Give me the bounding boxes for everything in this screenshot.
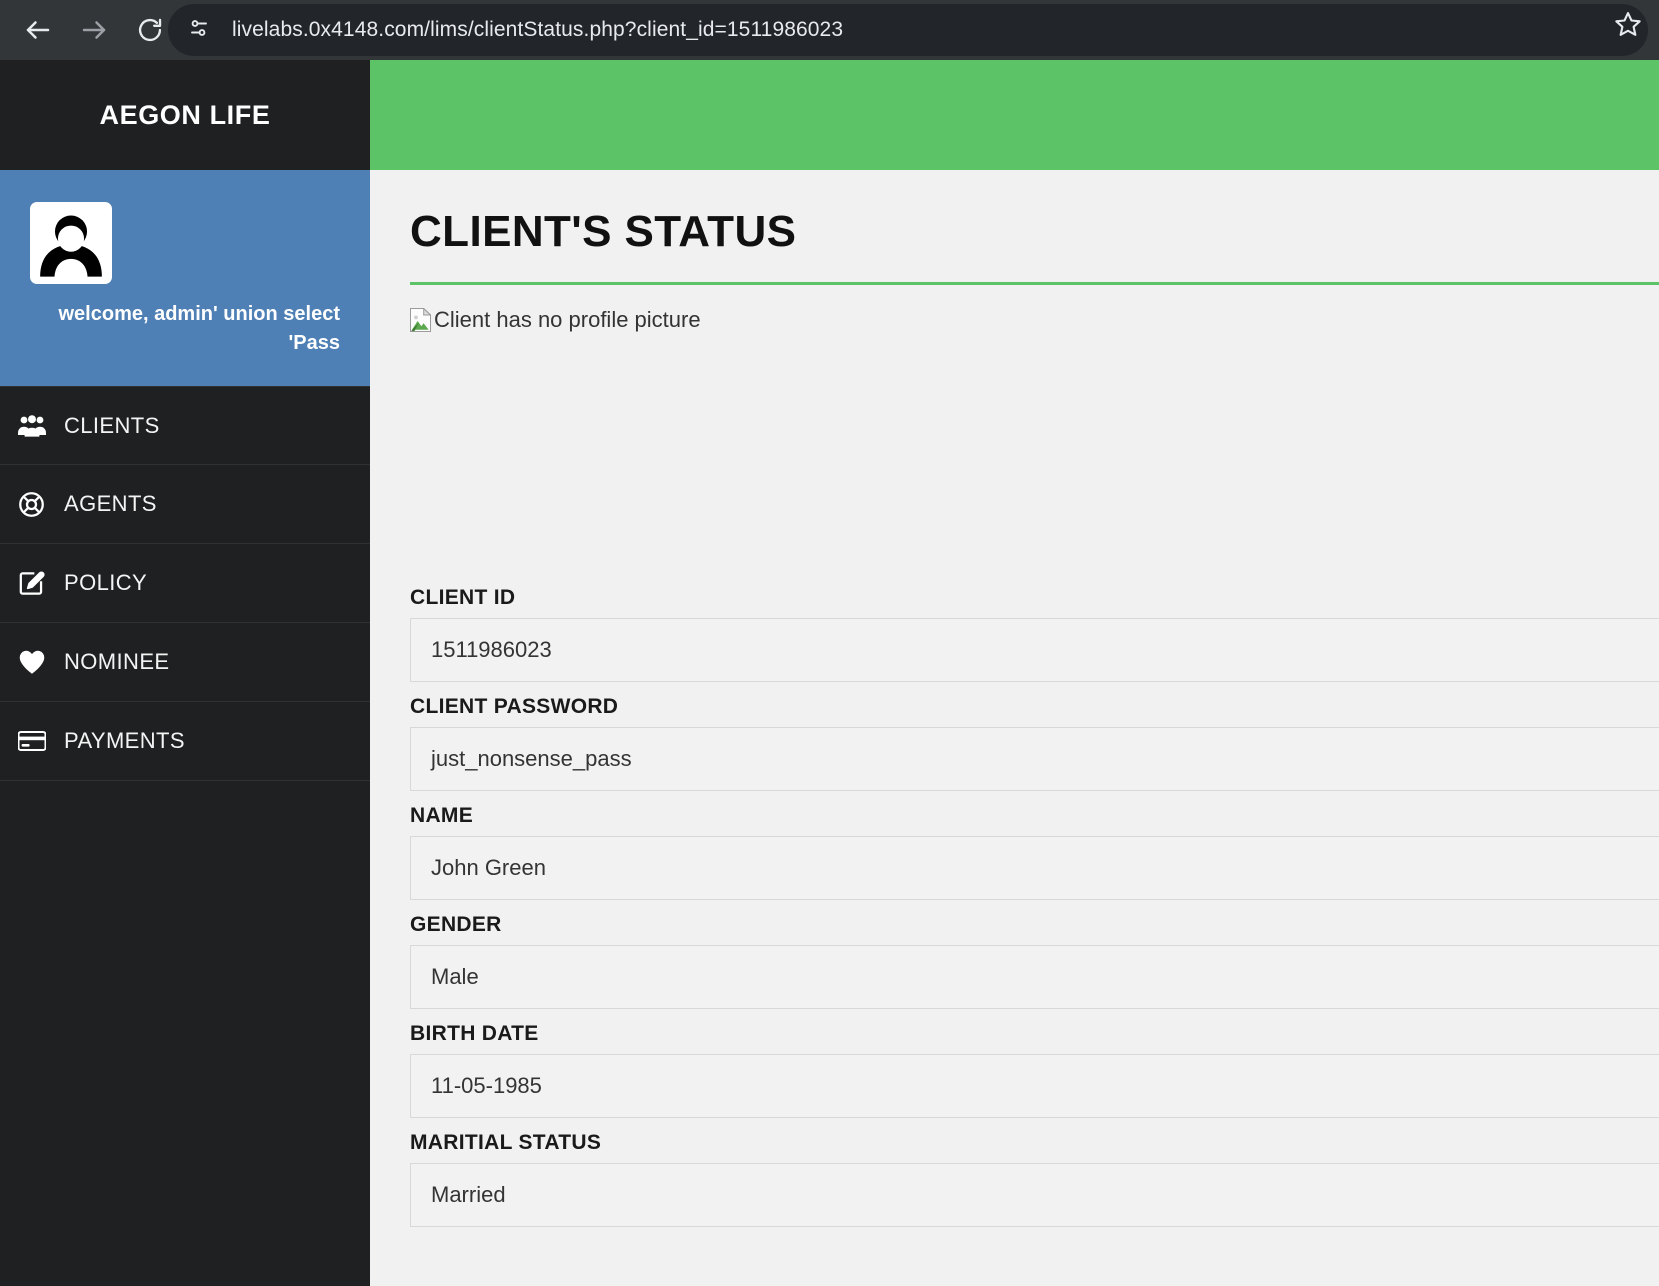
arrow-right-icon [79,15,109,45]
reload-button[interactable] [126,6,174,54]
client-password-value[interactable]: just_nonsense_pass [410,727,1659,792]
avatar [30,202,112,284]
bookmark-button[interactable] [1611,9,1645,43]
sidebar-item-payments[interactable]: PAYMENTS [0,702,370,781]
sidebar-nav: CLIENTS AGENTS POLICY NOMINEE PAYMENTS [0,386,370,781]
forward-button[interactable] [70,6,118,54]
users-group-icon [18,412,54,440]
brand-title: AEGON LIFE [99,99,271,130]
broken-image-icon [410,307,432,333]
title-divider [410,282,1659,286]
field-label: MARITIAL STATUS [410,1131,602,1155]
sidebar-item-label: CLIENTS [64,412,160,438]
gender-value[interactable]: Male [410,945,1659,1010]
sidebar-item-policy[interactable]: POLICY [0,544,370,623]
heart-icon [18,648,54,676]
field-client-password: CLIENT PASSWORD just_nonsense_pass [410,686,1659,792]
marital-status-value[interactable]: Married [410,1163,1659,1228]
brand-header[interactable]: AEGON LIFE [0,60,370,170]
field-label: CLIENT ID [410,586,516,610]
content-area: CLIENT'S STATUS Client has no profile pi… [370,170,1659,1228]
url-text: livelabs.0x4148.com/lims/clientStatus.ph… [232,18,844,41]
user-avatar-icon [33,203,109,284]
name-value[interactable]: John Green [410,836,1659,901]
field-marital-status: MARITIAL STATUS Married [410,1122,1659,1228]
star-outline-icon [1614,10,1642,43]
life-ring-icon [18,490,54,518]
reload-icon [136,16,164,44]
sidebar-item-clients[interactable]: CLIENTS [0,386,370,465]
profile-picture-alt-text: Client has no profile picture [434,307,701,333]
sidebar-item-label: NOMINEE [64,649,170,674]
sidebar: AEGON LIFE welcome, admin' union select … [0,60,370,1286]
birth-date-value[interactable]: 11-05-1985 [410,1054,1659,1119]
field-client-id: CLIENT ID 1511986023 [410,577,1659,683]
sidebar-item-label: AGENTS [64,491,157,516]
page-title: CLIENT'S STATUS [410,207,797,256]
browser-toolbar: livelabs.0x4148.com/lims/clientStatus.ph… [0,0,1659,60]
field-gender: GENDER Male [410,904,1659,1010]
back-button[interactable] [14,6,62,54]
site-settings-tune-icon [187,16,211,45]
pen-square-icon [18,569,54,597]
sidebar-item-label: POLICY [64,570,148,595]
sidebar-item-agents[interactable]: AGENTS [0,465,370,544]
image-whitespace [410,333,1659,573]
field-label: CLIENT PASSWORD [410,695,619,719]
credit-card-icon [18,727,54,755]
top-green-bar [370,60,1659,170]
arrow-left-icon [23,15,53,45]
profile-picture-placeholder: Client has no profile picture [410,307,1659,333]
welcome-text: welcome, admin' union select 'Pass [58,303,341,354]
page-root: AEGON LIFE welcome, admin' union select … [0,60,1659,1286]
sidebar-item-nominee[interactable]: NOMINEE [0,623,370,702]
sidebar-item-label: PAYMENTS [64,728,185,753]
field-label: GENDER [410,913,502,937]
address-bar[interactable]: livelabs.0x4148.com/lims/clientStatus.ph… [168,4,1648,56]
site-settings-button[interactable] [178,9,220,51]
client-id-value[interactable]: 1511986023 [410,618,1659,683]
field-birth-date: BIRTH DATE 11-05-1985 [410,1013,1659,1119]
main-content: CLIENT'S STATUS Client has no profile pi… [370,60,1659,1286]
field-label: BIRTH DATE [410,1022,539,1046]
profile-panel: welcome, admin' union select 'Pass [0,170,370,386]
field-label: NAME [410,804,474,828]
field-name: NAME John Green [410,795,1659,901]
